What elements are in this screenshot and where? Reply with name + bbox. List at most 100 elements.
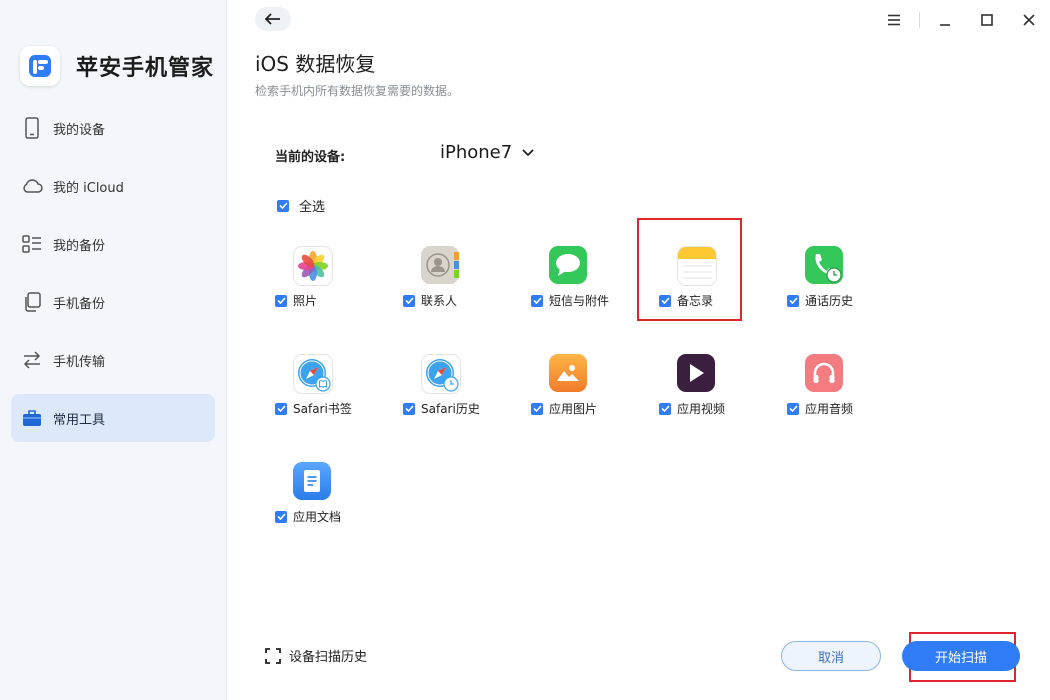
- sidebar-item-label: 手机备份: [53, 296, 106, 312]
- category-checkbox[interactable]: [275, 510, 287, 523]
- category-notes-option: 备忘录: [659, 292, 713, 309]
- sidebar: 苹安手机管家 我的设备 我的 iCloud 我的备份 手机备份 手机传输 常用工…: [0, 0, 227, 700]
- category-checkbox[interactable]: [787, 402, 799, 415]
- scan-history-label: 设备扫描历史: [289, 650, 368, 665]
- sidebar-item-common-tools[interactable]: 常用工具: [11, 394, 215, 442]
- category-contacts[interactable]: 联系人: [403, 246, 513, 316]
- category-app-documents[interactable]: 应用文档: [275, 462, 385, 532]
- messages-icon[interactable]: [549, 246, 587, 284]
- back-button[interactable]: [255, 7, 291, 31]
- sidebar-item-my-icloud[interactable]: 我的 iCloud: [11, 162, 215, 210]
- category-app-audio-option: 应用音频: [787, 400, 853, 417]
- category-label: 短信与附件: [549, 294, 610, 308]
- category-label: 照片: [293, 294, 318, 308]
- brand: 苹安手机管家: [20, 46, 214, 86]
- check-icon: [404, 297, 414, 304]
- close-icon[interactable]: [1008, 8, 1050, 32]
- category-app-documents-option: 应用文档: [275, 508, 341, 525]
- category-safari-history[interactable]: Safari历史: [403, 354, 513, 424]
- cloud-icon: [21, 175, 43, 197]
- check-icon: [660, 297, 670, 304]
- category-checkbox[interactable]: [403, 402, 415, 415]
- category-checkbox[interactable]: [531, 294, 543, 307]
- category-messages[interactable]: 短信与附件: [531, 246, 641, 316]
- app-photo-icon[interactable]: [549, 354, 587, 392]
- category-call-history[interactable]: 通话历史: [787, 246, 897, 316]
- chevron-down-icon: [522, 148, 534, 156]
- device-dropdown[interactable]: iPhone7: [440, 142, 534, 163]
- category-label: 联系人: [421, 294, 458, 308]
- sidebar-item-my-device[interactable]: 我的设备: [11, 104, 215, 152]
- category-label: Safari历史: [421, 402, 480, 416]
- menu-icon[interactable]: [873, 8, 915, 32]
- check-icon: [278, 202, 288, 209]
- app-video-icon[interactable]: [677, 354, 715, 392]
- arrow-left-icon: [265, 13, 280, 25]
- list-icon: [21, 233, 43, 255]
- scan-history-link[interactable]: 设备扫描历史: [265, 646, 367, 665]
- category-messages-option: 短信与附件: [531, 292, 609, 309]
- check-icon: [276, 405, 286, 412]
- category-checkbox[interactable]: [787, 294, 799, 307]
- cancel-button[interactable]: 取消: [781, 641, 881, 671]
- category-checkbox[interactable]: [275, 402, 287, 415]
- category-app-photos[interactable]: 应用图片: [531, 354, 641, 424]
- safari-bookmark-icon[interactable]: [293, 354, 333, 394]
- maximize-icon[interactable]: [966, 8, 1008, 32]
- category-app-video-option: 应用视频: [659, 400, 725, 417]
- sidebar-item-label: 常用工具: [53, 412, 106, 428]
- photos-icon[interactable]: [293, 246, 333, 286]
- category-checkbox[interactable]: [659, 294, 671, 307]
- app-audio-icon[interactable]: [805, 354, 843, 392]
- category-app-video[interactable]: 应用视频: [659, 354, 769, 424]
- category-notes[interactable]: 备忘录: [659, 246, 769, 316]
- minimize-icon[interactable]: [924, 8, 966, 32]
- contacts-icon[interactable]: [421, 246, 459, 284]
- category-label: 应用文档: [293, 510, 342, 524]
- check-icon: [276, 297, 286, 304]
- category-checkbox[interactable]: [275, 294, 287, 307]
- sidebar-nav: 我的设备 我的 iCloud 我的备份 手机备份 手机传输 常用工具: [11, 104, 215, 452]
- sidebar-item-label: 我的设备: [53, 122, 106, 138]
- scan-frame-icon: [265, 647, 281, 664]
- category-label: 应用视频: [677, 402, 726, 416]
- category-call-history-option: 通话历史: [787, 292, 853, 309]
- category-label: 应用图片: [549, 402, 598, 416]
- select-all-checkbox[interactable]: [277, 199, 289, 212]
- check-icon: [532, 297, 542, 304]
- phone-icon: [21, 117, 43, 139]
- category-photos-option: 照片: [275, 292, 317, 309]
- sidebar-item-phone-backup[interactable]: 手机备份: [11, 278, 215, 326]
- check-icon: [276, 513, 286, 520]
- app-document-icon[interactable]: [293, 462, 331, 500]
- category-app-photos-option: 应用图片: [531, 400, 597, 417]
- sidebar-item-phone-transfer[interactable]: 手机传输: [11, 336, 215, 384]
- category-checkbox[interactable]: [659, 402, 671, 415]
- category-checkbox[interactable]: [531, 402, 543, 415]
- category-contacts-option: 联系人: [403, 292, 457, 309]
- category-safari-bookmarks-option: Safari书签: [275, 400, 352, 417]
- start-scan-button[interactable]: 开始扫描: [902, 641, 1020, 671]
- select-all-label: 全选: [299, 200, 326, 215]
- notes-icon[interactable]: [677, 246, 717, 286]
- select-all[interactable]: 全选: [277, 196, 325, 215]
- device-name: iPhone7: [440, 142, 513, 163]
- device-label: 当前的设备:: [275, 150, 346, 165]
- category-app-audio[interactable]: 应用音频: [787, 354, 897, 424]
- check-icon: [404, 405, 414, 412]
- safari-history-icon[interactable]: [421, 354, 461, 394]
- check-icon: [660, 405, 670, 412]
- sidebar-item-my-backup[interactable]: 我的备份: [11, 220, 215, 268]
- category-checkbox[interactable]: [403, 294, 415, 307]
- category-photos[interactable]: 照片: [275, 246, 385, 316]
- category-label: 应用音频: [805, 402, 854, 416]
- category-safari-bookmarks[interactable]: Safari书签: [275, 354, 385, 424]
- app-logo-icon: [20, 46, 60, 86]
- check-icon: [788, 405, 798, 412]
- sidebar-item-label: 手机传输: [53, 354, 106, 370]
- category-label: 通话历史: [805, 294, 854, 308]
- check-icon: [532, 405, 542, 412]
- toolbox-icon: [21, 407, 43, 429]
- call-history-icon[interactable]: [805, 246, 843, 284]
- page-title: iOS 数据恢复: [255, 52, 376, 76]
